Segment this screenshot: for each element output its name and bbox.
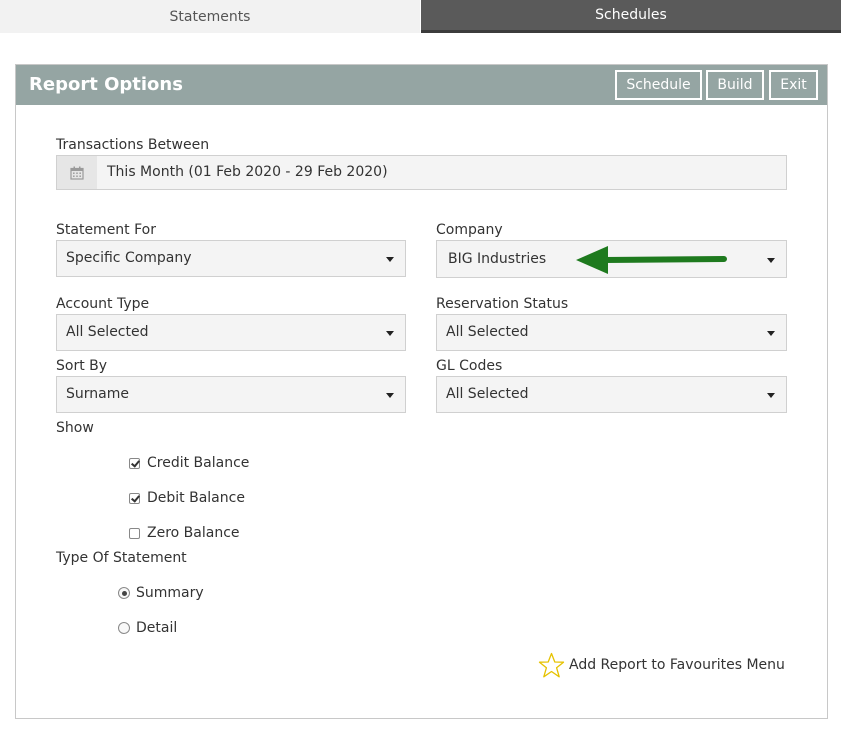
report-options-panel: Report Options Schedule Build Exit Trans… xyxy=(15,64,828,719)
panel-title: Report Options xyxy=(29,74,183,95)
credit-balance-checkbox[interactable] xyxy=(129,458,140,469)
gl-codes-select[interactable]: All Selected xyxy=(436,376,787,413)
statement-for-label: Statement For xyxy=(56,222,156,238)
summary-label[interactable]: Summary xyxy=(136,585,204,601)
sort-by-value: Surname xyxy=(66,386,129,402)
caret-down-icon xyxy=(386,331,394,336)
panel-header: Report Options Schedule Build Exit xyxy=(16,65,827,105)
build-button[interactable]: Build xyxy=(706,70,764,100)
caret-down-icon xyxy=(386,257,394,262)
account-type-select[interactable]: All Selected xyxy=(56,314,406,351)
debit-balance-checkbox[interactable] xyxy=(129,493,140,504)
reservation-status-label: Reservation Status xyxy=(436,296,569,312)
sort-by-select[interactable]: Surname xyxy=(56,376,406,413)
date-range-value: This Month (01 Feb 2020 - 29 Feb 2020) xyxy=(107,164,388,180)
credit-balance-label[interactable]: Credit Balance xyxy=(147,455,249,471)
caret-down-icon xyxy=(767,258,775,263)
add-to-favourites-link[interactable]: Add Report to Favourites Menu xyxy=(538,652,790,680)
statement-for-value: Specific Company xyxy=(66,250,192,266)
caret-down-icon xyxy=(386,393,394,398)
tab-schedules[interactable]: Schedules xyxy=(421,0,841,33)
zero-balance-checkbox[interactable] xyxy=(129,528,140,539)
sort-by-label: Sort By xyxy=(56,358,108,374)
summary-radio[interactable] xyxy=(118,587,130,599)
zero-balance-label[interactable]: Zero Balance xyxy=(147,525,240,541)
account-type-label: Account Type xyxy=(56,296,150,312)
schedule-button[interactable]: Schedule xyxy=(615,70,702,100)
type-of-statement-label: Type Of Statement xyxy=(56,550,187,566)
annotation-arrow-icon xyxy=(576,246,727,274)
reservation-status-select[interactable]: All Selected xyxy=(436,314,787,351)
exit-button[interactable]: Exit xyxy=(769,70,818,100)
company-value: BIG Industries xyxy=(448,251,547,267)
detail-radio[interactable] xyxy=(118,622,130,634)
reservation-status-value: All Selected xyxy=(446,324,529,340)
caret-down-icon xyxy=(767,393,775,398)
add-to-favourites-label[interactable]: Add Report to Favourites Menu xyxy=(569,657,785,673)
debit-balance-label[interactable]: Debit Balance xyxy=(147,490,245,506)
statement-for-select[interactable]: Specific Company xyxy=(56,240,406,277)
company-label: Company xyxy=(436,222,503,238)
calendar-icon[interactable] xyxy=(57,156,97,189)
date-range-field[interactable]: This Month (01 Feb 2020 - 29 Feb 2020) xyxy=(56,155,787,190)
caret-down-icon xyxy=(767,331,775,336)
gl-codes-label: GL Codes xyxy=(436,358,503,374)
detail-label[interactable]: Detail xyxy=(136,620,177,636)
star-icon xyxy=(538,652,565,678)
show-label: Show xyxy=(56,420,94,436)
tab-statements[interactable]: Statements xyxy=(0,0,420,33)
gl-codes-value: All Selected xyxy=(446,386,529,402)
account-type-value: All Selected xyxy=(66,324,149,340)
transactions-between-label: Transactions Between xyxy=(56,137,210,153)
